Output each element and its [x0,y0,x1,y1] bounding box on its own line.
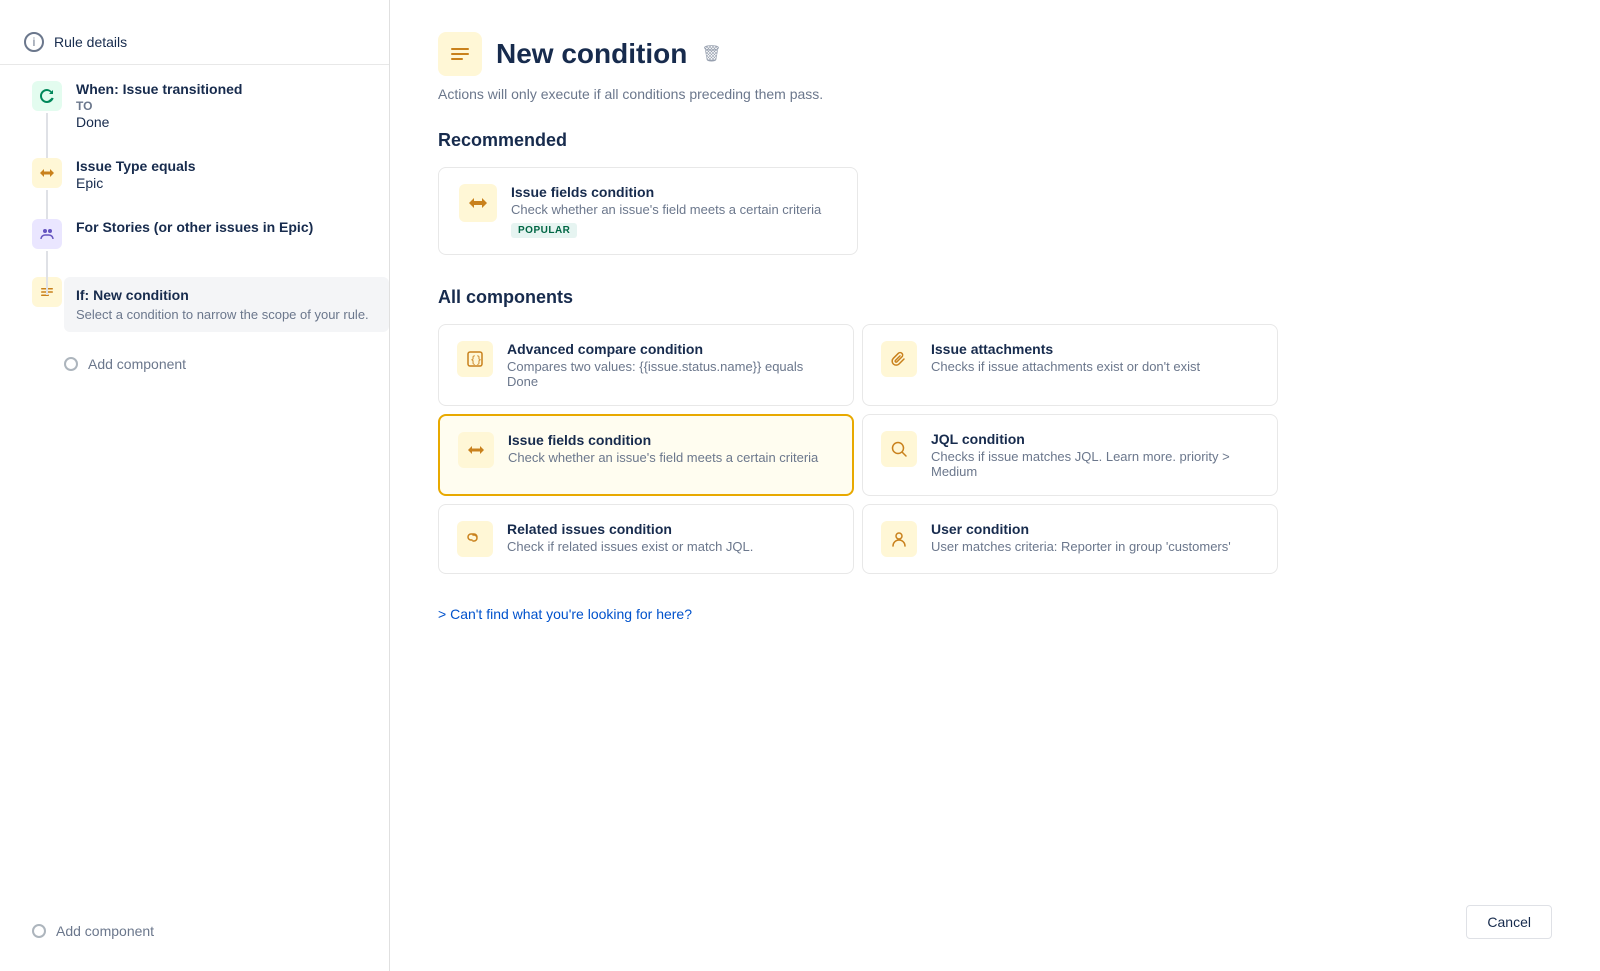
issue-attachments-body: Issue attachments Checks if issue attach… [931,341,1200,374]
component-card-issue-fields[interactable]: Issue fields condition Check whether an … [438,414,854,496]
svg-text:{}: {} [470,355,482,366]
advanced-compare-icon: {} [457,341,493,377]
main-title: New condition [496,38,687,70]
all-components-section-title: All components [438,287,1552,308]
when-subtitle: TO [76,99,389,113]
jql-desc: Checks if issue matches JQL. Learn more.… [931,449,1259,479]
cant-find-link[interactable]: Can't find what you're looking for here? [438,606,1552,622]
new-condition-desc: Select a condition to narrow the scope o… [76,307,377,322]
add-component-dot-bottom [32,924,46,938]
trash-icon[interactable]: 🗑 [701,44,721,64]
info-icon: i [24,32,44,52]
main-icon [438,32,482,76]
cancel-button[interactable]: Cancel [1466,905,1552,939]
user-condition-body: User condition User matches criteria: Re… [931,521,1231,554]
sidebar-rule-details[interactable]: i Rule details [0,20,389,65]
component-card-user-condition[interactable]: User condition User matches criteria: Re… [862,504,1278,574]
component-card-advanced-compare[interactable]: {} Advanced compare condition Compares t… [438,324,854,406]
recommended-card-title: Issue fields condition [511,184,821,200]
issue-attachments-desc: Checks if issue attachments exist or don… [931,359,1200,374]
sidebar-item-when-issue-transitioned[interactable]: When: Issue transitioned TO Done [32,81,389,130]
advanced-compare-body: Advanced compare condition Compares two … [507,341,835,389]
for-stories-content: For Stories (or other issues in Epic) [76,219,389,235]
issue-fields-desc: Check whether an issue's field meets a c… [508,450,818,465]
new-condition-selected[interactable]: If: New condition Select a condition to … [64,277,389,332]
when-title: When: Issue transitioned [76,81,389,97]
issue-attachments-icon [881,341,917,377]
when-value: Done [76,114,389,130]
issue-attachments-title: Issue attachments [931,341,1200,357]
recommended-card-body: Issue fields condition Check whether an … [511,184,821,238]
recommended-card-desc: Check whether an issue's field meets a c… [511,202,821,217]
popular-badge: POPULAR [511,223,577,238]
related-issues-icon [457,521,493,557]
issue-type-content: Issue Type equals Epic [76,158,389,191]
user-condition-icon [881,521,917,557]
sidebar-item-new-condition-wrapper: If: New condition Select a condition to … [32,277,389,332]
user-condition-title: User condition [931,521,1231,537]
rule-details-label: Rule details [54,34,127,50]
related-issues-desc: Check if related issues exist or match J… [507,539,753,554]
related-issues-body: Related issues condition Check if relate… [507,521,753,554]
advanced-compare-title: Advanced compare condition [507,341,835,357]
add-component-bottom[interactable]: Add component [0,911,389,951]
advanced-compare-desc: Compares two values: {{issue.status.name… [507,359,835,389]
issue-type-icon [32,158,62,188]
jql-body: JQL condition Checks if issue matches JQ… [931,431,1259,479]
add-component-inner[interactable]: Add component [32,348,389,380]
when-icon [32,81,62,111]
component-card-issue-attachments[interactable]: Issue attachments Checks if issue attach… [862,324,1278,406]
main-header: New condition 🗑 [438,32,1552,76]
for-stories-title: For Stories (or other issues in Epic) [76,219,389,235]
jql-title: JQL condition [931,431,1259,447]
recommended-card-icon [459,184,497,222]
add-component-inner-label: Add component [88,356,186,372]
user-condition-desc: User matches criteria: Reporter in group… [931,539,1231,554]
add-component-dot-inner [64,357,78,371]
issue-fields-body: Issue fields condition Check whether an … [508,432,818,465]
sidebar-item-issue-type[interactable]: Issue Type equals Epic [32,158,389,191]
main-subtitle: Actions will only execute if all conditi… [438,86,1552,102]
related-issues-title: Related issues condition [507,521,753,537]
component-card-jql[interactable]: JQL condition Checks if issue matches JQ… [862,414,1278,496]
components-grid: {} Advanced compare condition Compares t… [438,324,1278,574]
sidebar: i Rule details When: Issue transitioned … [0,0,390,971]
sidebar-item-for-stories[interactable]: For Stories (or other issues in Epic) [32,219,389,249]
for-stories-icon [32,219,62,249]
jql-icon [881,431,917,467]
recommended-section-title: Recommended [438,130,1552,151]
new-condition-title: If: New condition [76,287,377,303]
issue-type-value: Epic [76,175,389,191]
issue-fields-title: Issue fields condition [508,432,818,448]
sidebar-timeline: When: Issue transitioned TO Done Issue T… [0,81,389,380]
component-card-related-issues[interactable]: Related issues condition Check if relate… [438,504,854,574]
main-content: New condition 🗑 Actions will only execut… [390,0,1600,971]
issue-type-title: Issue Type equals [76,158,389,174]
add-component-bottom-label: Add component [56,923,154,939]
when-content: When: Issue transitioned TO Done [76,81,389,130]
recommended-card[interactable]: Issue fields condition Check whether an … [438,167,858,255]
issue-fields-icon [458,432,494,468]
